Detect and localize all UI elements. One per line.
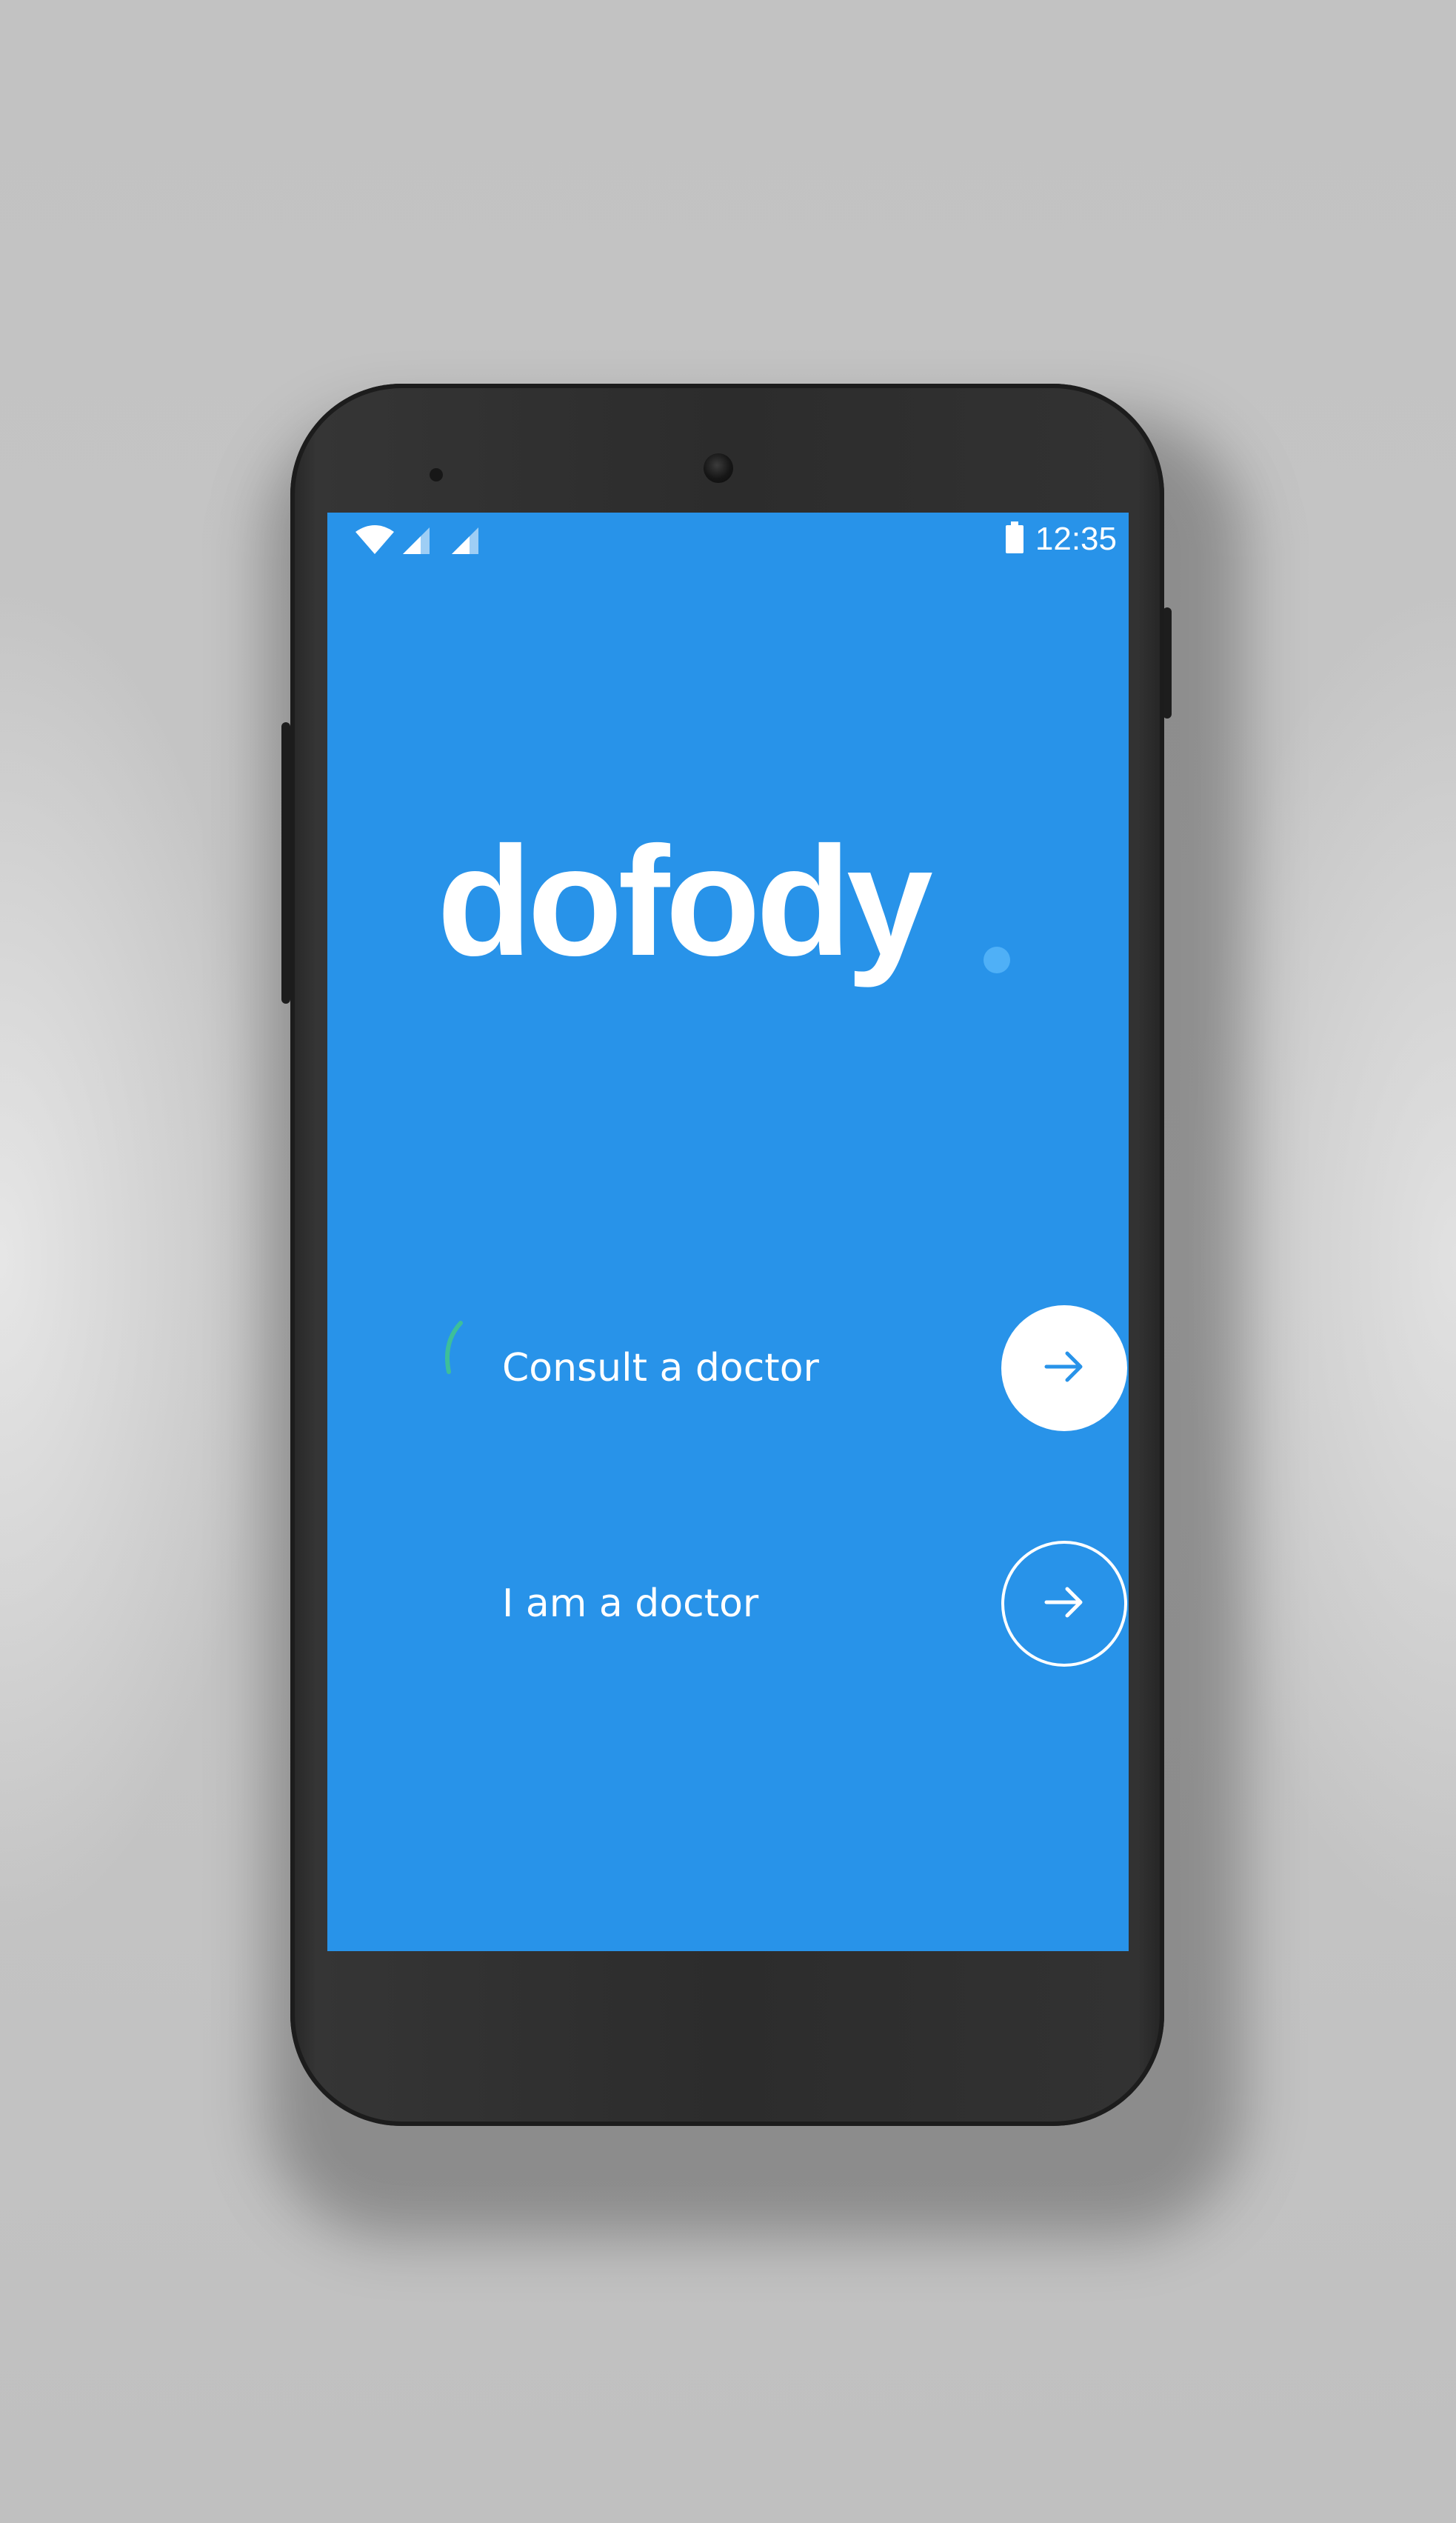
front-camera: [704, 453, 733, 483]
wifi-icon: [354, 523, 395, 559]
logo-dot: [984, 947, 1010, 973]
cellular-signal-icon: [401, 526, 431, 559]
status-bar: 12:35: [327, 513, 1129, 566]
i-am-doctor-row[interactable]: I am a doctor: [438, 1541, 1127, 1667]
proximity-sensor: [430, 468, 443, 481]
i-am-doctor-button[interactable]: [1001, 1541, 1127, 1667]
cellular-signal-icon: [450, 526, 480, 559]
consult-doctor-row[interactable]: Consult a doctor: [438, 1305, 1127, 1431]
status-icons-right: 12:35: [1004, 520, 1117, 559]
battery-icon: [1004, 521, 1025, 557]
app-logo: dofody: [437, 814, 933, 988]
consult-doctor-button[interactable]: [1001, 1305, 1127, 1431]
i-am-doctor-label: I am a doctor: [502, 1582, 759, 1626]
stethoscope-icon: [438, 1320, 468, 1379]
app-screen: 12:35 dofody Consult a doctor I am a doc…: [327, 513, 1129, 1951]
arrow-right-icon: [1042, 1580, 1086, 1627]
status-icons-left: [354, 523, 480, 559]
status-time: 12:35: [1035, 521, 1117, 557]
arrow-right-icon: [1042, 1344, 1086, 1392]
consult-doctor-label: Consult a doctor: [502, 1346, 819, 1390]
volume-rocker: [281, 722, 290, 1004]
